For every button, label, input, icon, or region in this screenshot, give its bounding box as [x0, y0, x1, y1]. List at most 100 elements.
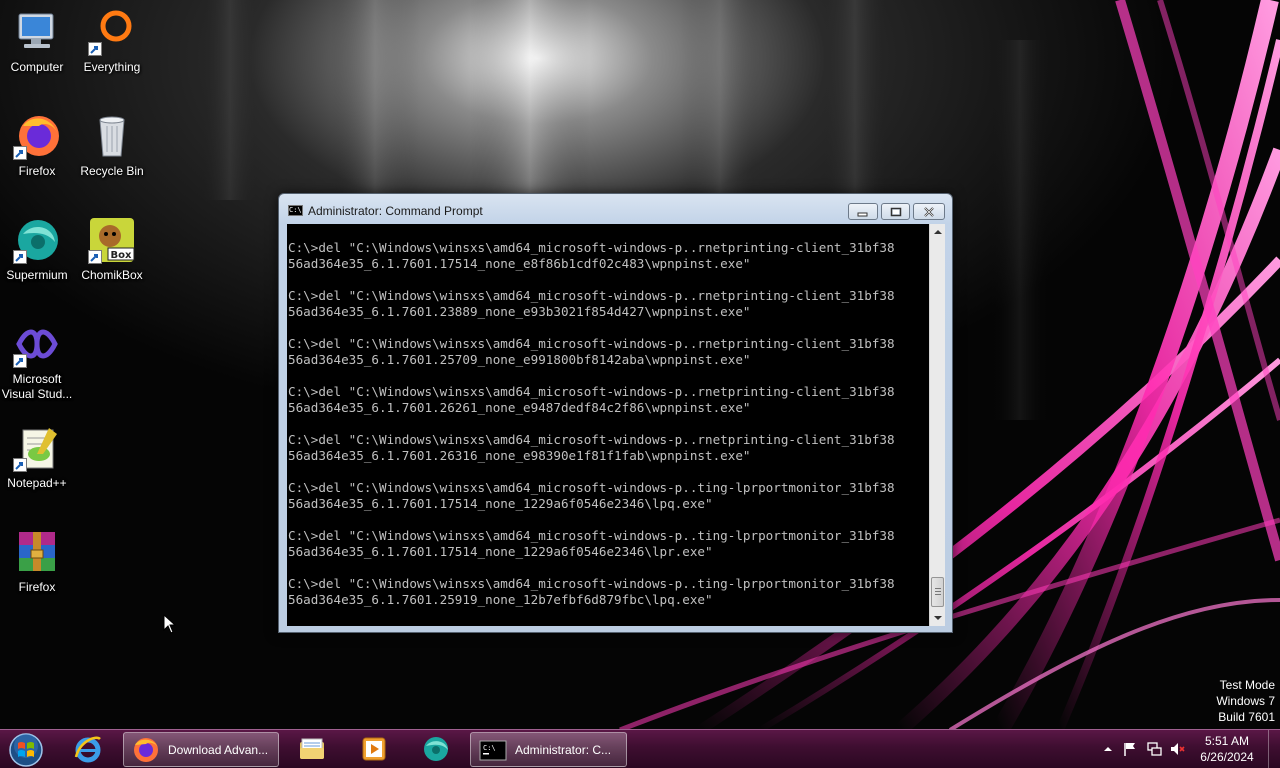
clock-date: 6/26/2024: [1200, 750, 1254, 764]
taskbar-item-label: Administrator: C...: [515, 743, 612, 757]
desktop-icon-label: Firefox: [18, 580, 56, 594]
taskbar-command-prompt-window[interactable]: C:\ Administrator: C...: [470, 732, 627, 767]
command-prompt-icon: C:\: [479, 740, 507, 761]
scrollbar-thumb[interactable]: [931, 577, 944, 607]
test-mode-watermark: Test Mode Windows 7 Build 7601: [1216, 677, 1275, 725]
console-line: 56ad364e35_6.1.7601.25919_none_12b7efbf6…: [288, 592, 713, 607]
desktop-icon-label: Microsoft Visual Stud...: [1, 372, 73, 401]
file-explorer-icon: [300, 738, 324, 759]
restore-button[interactable]: [881, 203, 910, 220]
console-line: C:\>del "C:\Windows\winsxs\amd64_microso…: [288, 480, 895, 495]
desktop-icon-label: Supermium: [6, 268, 68, 282]
shortcut-arrow-icon: [13, 250, 27, 264]
console-line: C:\>del "C:\Windows\winsxs\amd64_microso…: [288, 288, 895, 303]
shortcut-arrow-icon: [13, 458, 27, 472]
taskbar-clock[interactable]: 5:51 AM 6/26/2024: [1196, 733, 1258, 765]
console-line: 56ad364e35_6.1.7601.26261_none_e9487dedf…: [288, 400, 751, 415]
console-line: C:\>del "C:\Windows\winsxs\amd64_microso…: [288, 576, 895, 591]
watermark-line: Windows 7: [1216, 694, 1275, 708]
console-line: C:\>del "C:\Windows\winsxs\amd64_microso…: [288, 384, 895, 399]
desktop-icon-computer[interactable]: Computer: [0, 8, 75, 75]
console-line: C:\>del "C:\Windows\winsxs\amd64_microso…: [288, 240, 895, 255]
recycle-bin-icon: [88, 112, 136, 160]
console-line: 56ad364e35_6.1.7601.26316_none_e98390e1f…: [288, 448, 751, 463]
console-line: 56ad364e35_6.1.7601.23889_none_e93b3021f…: [288, 304, 751, 319]
desktop-icon-firefox[interactable]: Firefox: [0, 112, 75, 179]
scroll-down-arrow-icon: [934, 616, 942, 620]
close-button[interactable]: [913, 203, 945, 220]
firefox-icon: [13, 112, 61, 160]
taskbar-item-label: Download Advan...: [168, 743, 269, 757]
desktop-icon-label: Everything: [83, 60, 141, 74]
console-line: 56ad364e35_6.1.7601.17514_none_1229a6f05…: [288, 496, 713, 511]
shortcut-arrow-icon: [88, 250, 102, 264]
notepad-plus-plus-icon: [13, 424, 61, 472]
close-icon: [924, 207, 934, 217]
action-center-flag-icon[interactable]: [1122, 741, 1138, 757]
chevron-up-icon: [1104, 747, 1112, 751]
desktop-icon-supermium[interactable]: Supermium: [0, 216, 75, 283]
chomikbox-icon: Box: [88, 216, 136, 264]
visual-studio-icon: [13, 320, 61, 368]
taskbar-internet-explorer[interactable]: [60, 732, 118, 767]
window-title: Administrator: Command Prompt: [308, 204, 483, 218]
desktop-icon-label: Firefox: [18, 164, 56, 178]
restore-icon: [890, 207, 901, 217]
vertical-scrollbar[interactable]: [929, 224, 945, 626]
command-prompt-icon[interactable]: C:\: [288, 205, 303, 216]
computer-icon: [13, 8, 61, 56]
desktop-icon-recycle-bin[interactable]: Recycle Bin: [74, 112, 150, 179]
desktop-icon-notepad-plus-plus[interactable]: Notepad++: [0, 424, 75, 491]
desktop-icon-firefox-2[interactable]: Firefox: [0, 528, 75, 595]
watermark-line: Test Mode: [1219, 678, 1275, 692]
winrar-icon: [13, 528, 61, 576]
console-line: 56ad364e35_6.1.7601.25709_none_e991800bf…: [288, 352, 751, 367]
shortcut-arrow-icon: [13, 146, 27, 160]
supermium-icon: [13, 216, 61, 264]
supermium-icon: [424, 737, 448, 761]
shortcut-arrow-icon: [13, 354, 27, 368]
everything-icon: [88, 8, 136, 56]
desktop-icon-label: Computer: [10, 60, 64, 74]
console-output[interactable]: C:\>del "C:\Windows\winsxs\amd64_microso…: [287, 224, 929, 626]
console-line: 56ad364e35_6.1.7601.17514_none_1229a6f05…: [288, 544, 713, 559]
console-line: C:\>del "C:\Windows\winsxs\amd64_microso…: [288, 336, 895, 351]
windows-start-orb-icon: [9, 733, 43, 767]
media-player-icon: [362, 737, 386, 761]
desktop-icon-visual-studio[interactable]: Microsoft Visual Stud...: [0, 320, 75, 402]
scroll-up-button[interactable]: [930, 224, 946, 240]
scroll-down-button[interactable]: [930, 610, 946, 626]
command-prompt-window[interactable]: C:\ Administrator: Command Prompt C:\>de…: [278, 193, 953, 633]
svg-text:C:\: C:\: [483, 744, 496, 752]
show-hidden-icons-button[interactable]: [1100, 741, 1116, 757]
taskbar-firefox-window[interactable]: Download Advan...: [123, 732, 279, 767]
network-icon[interactable]: [1146, 741, 1162, 757]
mouse-pointer-icon: [163, 613, 177, 639]
minimize-button[interactable]: [848, 203, 878, 220]
taskbar-file-explorer[interactable]: [283, 732, 341, 767]
internet-explorer-icon: [74, 736, 101, 763]
console-line: C:\>del "C:\Windows\winsxs\amd64_microso…: [288, 528, 895, 543]
start-button[interactable]: [6, 731, 46, 768]
taskbar-media-player[interactable]: [345, 732, 403, 767]
watermark-line: Build 7601: [1218, 710, 1275, 724]
volume-muted-icon[interactable]: [1170, 741, 1186, 757]
taskbar: Download Advan... C:\ Administrator: C..…: [0, 729, 1280, 768]
window-titlebar[interactable]: C:\ Administrator: Command Prompt: [279, 194, 952, 224]
clock-time: 5:51 AM: [1204, 734, 1250, 748]
taskbar-supermium[interactable]: [407, 732, 465, 767]
shortcut-arrow-icon: [88, 42, 102, 56]
desktop-icon-label: ChomikBox: [81, 268, 143, 282]
firefox-icon: [134, 738, 158, 762]
desktop-icon-label: Notepad++: [7, 476, 67, 490]
desktop-icon-chomikbox[interactable]: Box ChomikBox: [74, 216, 150, 283]
console-line: 56ad364e35_6.1.7601.17514_none_e8f86b1cd…: [288, 256, 751, 271]
show-desktop-button[interactable]: [1268, 730, 1280, 768]
desktop-icon-everything[interactable]: Everything: [74, 8, 150, 75]
